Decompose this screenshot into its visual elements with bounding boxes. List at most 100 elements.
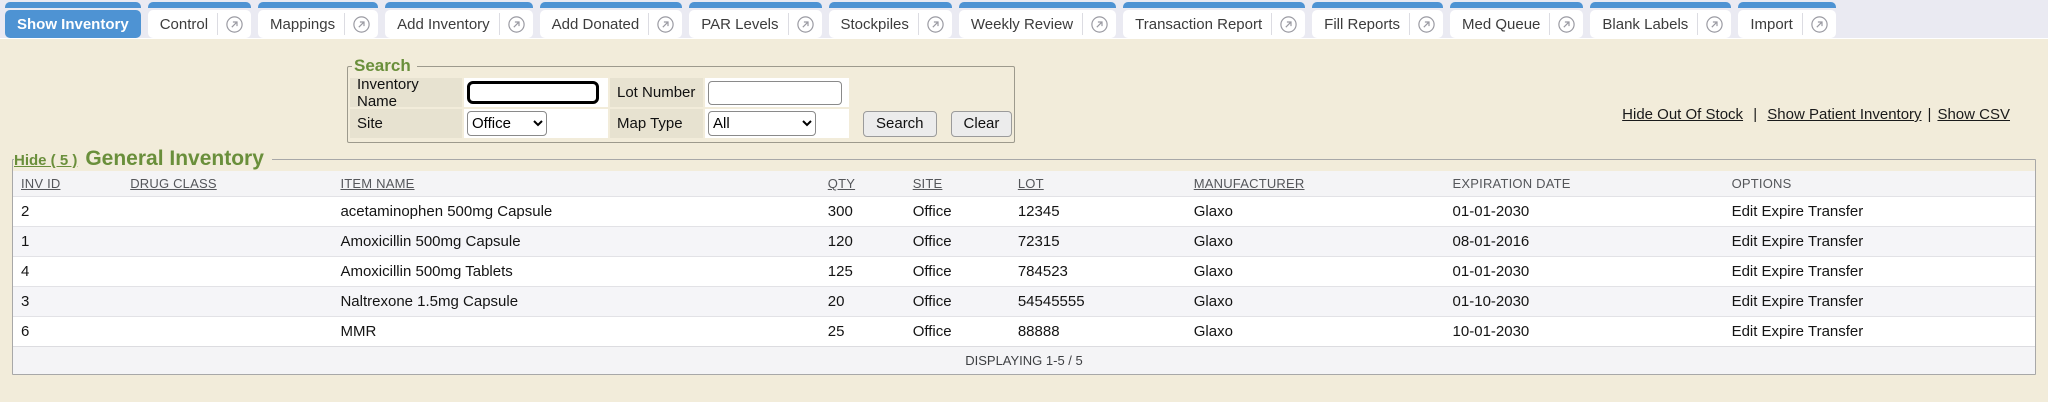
view-links: Hide Out Of Stock | Show Patient Invento… xyxy=(1622,106,2010,123)
tab-import[interactable]: Import xyxy=(1738,2,1836,38)
transfer-action[interactable]: Transfer xyxy=(1808,263,1863,280)
column-header-label-qty[interactable]: QTY xyxy=(828,176,855,191)
column-header-lot: LOT xyxy=(1010,171,1186,197)
cell-qty: 120 xyxy=(820,227,905,257)
cell-drug_class xyxy=(122,287,332,317)
clear-button[interactable]: Clear xyxy=(951,111,1013,137)
cell-lot: 54545555 xyxy=(1010,287,1186,317)
popout-arrow-icon[interactable] xyxy=(218,16,251,33)
lot-number-input[interactable] xyxy=(708,81,842,105)
table-footer-row: DISPLAYING 1-5 / 5 xyxy=(13,347,2035,375)
transfer-action[interactable]: Transfer xyxy=(1808,203,1863,220)
edit-action[interactable]: Edit xyxy=(1732,263,1758,280)
popout-arrow-icon[interactable] xyxy=(1083,16,1116,33)
lot-number-cell xyxy=(705,78,849,107)
cell-lot: 88888 xyxy=(1010,317,1186,347)
column-header-label-lot[interactable]: LOT xyxy=(1018,176,1044,191)
edit-action[interactable]: Edit xyxy=(1732,293,1758,310)
tab-par-levels[interactable]: PAR Levels xyxy=(689,2,821,38)
cell-manufacturer: Glaxo xyxy=(1186,227,1445,257)
expire-action[interactable]: Expire xyxy=(1761,263,1804,280)
cell-site: Office xyxy=(905,197,1010,227)
tab-top-cap xyxy=(385,2,533,8)
column-header-label-manufacturer[interactable]: MANUFACTURER xyxy=(1194,176,1305,191)
map-type-select[interactable]: All xyxy=(708,111,816,136)
column-header-item_name: ITEM NAME xyxy=(332,171,819,197)
cell-expiration_date: 01-01-2030 xyxy=(1445,197,1724,227)
edit-action[interactable]: Edit xyxy=(1732,203,1758,220)
cell-item_name: Amoxicillin 500mg Tablets xyxy=(332,257,819,287)
column-header-label-inv_id[interactable]: INV ID xyxy=(21,176,60,191)
column-header-label-drug_class[interactable]: DRUG CLASS xyxy=(130,176,217,191)
site-select[interactable]: Office xyxy=(467,111,547,136)
popout-arrow-icon[interactable] xyxy=(1698,16,1731,33)
inventory-name-cell xyxy=(464,78,608,107)
column-header-label-site[interactable]: SITE xyxy=(913,176,943,191)
tab-top-cap xyxy=(689,2,821,8)
general-inventory-legend: Hide ( 5 ) General Inventory xyxy=(14,147,272,171)
expire-action[interactable]: Expire xyxy=(1761,293,1804,310)
hide-out-of-stock-link[interactable]: Hide Out Of Stock xyxy=(1622,106,1743,123)
popout-arrow-icon[interactable] xyxy=(789,16,822,33)
popout-arrow-icon[interactable] xyxy=(919,16,952,33)
tab-show-inventory[interactable]: Show Inventory xyxy=(5,2,141,38)
transfer-action[interactable]: Transfer xyxy=(1808,293,1863,310)
popout-arrow-icon[interactable] xyxy=(1410,16,1443,33)
expire-action[interactable]: Expire xyxy=(1761,323,1804,340)
tab-weekly-review[interactable]: Weekly Review xyxy=(959,2,1116,38)
map-type-cell: All xyxy=(705,109,849,138)
hide-count-link[interactable]: Hide ( 5 ) xyxy=(14,152,77,169)
table-header-row: INV ID DRUG CLASS ITEM NAME QTY SITE LOT MANUF… xyxy=(13,171,2035,197)
transfer-action[interactable]: Transfer xyxy=(1808,323,1863,340)
cell-inv_id: 2 xyxy=(13,197,122,227)
tab-label: Transaction Report xyxy=(1135,16,1262,33)
popout-arrow-icon[interactable] xyxy=(1272,16,1305,33)
tab-label: Med Queue xyxy=(1462,16,1540,33)
popout-arrow-icon[interactable] xyxy=(345,16,378,33)
tab-add-inventory[interactable]: Add Inventory xyxy=(385,2,533,38)
tab-top-cap xyxy=(258,2,378,8)
popout-arrow-icon[interactable] xyxy=(649,16,682,33)
search-grid: Inventory Name Lot Number Site Office Ma… xyxy=(350,78,1012,138)
expire-action[interactable]: Expire xyxy=(1761,203,1804,220)
edit-action[interactable]: Edit xyxy=(1732,323,1758,340)
cell-expiration_date: 08-01-2016 xyxy=(1445,227,1724,257)
cell-options: EditExpireTransfer xyxy=(1724,257,2035,287)
cell-item_name: acetaminophen 500mg Capsule xyxy=(332,197,819,227)
edit-action[interactable]: Edit xyxy=(1732,233,1758,250)
map-type-label: Map Type xyxy=(610,109,703,138)
site-label: Site xyxy=(350,109,462,138)
show-csv-link[interactable]: Show CSV xyxy=(1937,106,2010,123)
popout-arrow-icon[interactable] xyxy=(1803,16,1836,33)
tab-top-cap xyxy=(959,2,1116,8)
popout-arrow-icon[interactable] xyxy=(1550,16,1583,33)
tab-transaction-report[interactable]: Transaction Report xyxy=(1123,2,1305,38)
column-header-inv_id: INV ID xyxy=(13,171,122,197)
tab-label: Show Inventory xyxy=(17,16,129,33)
tab-fill-reports[interactable]: Fill Reports xyxy=(1312,2,1443,38)
search-button[interactable]: Search xyxy=(863,111,937,137)
page: Show Inventory ControlMappingsAdd Invento… xyxy=(0,0,2048,402)
tab-mappings[interactable]: Mappings xyxy=(258,2,378,38)
cell-expiration_date: 10-01-2030 xyxy=(1445,317,1724,347)
show-patient-inventory-link[interactable]: Show Patient Inventory xyxy=(1767,106,1921,123)
inventory-name-input[interactable] xyxy=(467,81,599,104)
tab-control[interactable]: Control xyxy=(148,2,251,38)
inventory-row-4: 4Amoxicillin 500mg Tablets125Office78452… xyxy=(13,257,2035,287)
transfer-action[interactable]: Transfer xyxy=(1808,233,1863,250)
expire-action[interactable]: Expire xyxy=(1761,233,1804,250)
tab-top-cap xyxy=(540,2,683,8)
cell-manufacturer: Glaxo xyxy=(1186,287,1445,317)
tab-blank-labels[interactable]: Blank Labels xyxy=(1590,2,1731,38)
cell-lot: 72315 xyxy=(1010,227,1186,257)
tab-add-donated[interactable]: Add Donated xyxy=(540,2,683,38)
tab-med-queue[interactable]: Med Queue xyxy=(1450,2,1583,38)
cell-site: Office xyxy=(905,227,1010,257)
cell-qty: 20 xyxy=(820,287,905,317)
tab-stockpiles[interactable]: Stockpiles xyxy=(829,2,952,38)
popout-arrow-icon[interactable] xyxy=(500,16,533,33)
tab-label: PAR Levels xyxy=(701,16,778,33)
column-header-label-item_name[interactable]: ITEM NAME xyxy=(340,176,414,191)
tab-top-cap xyxy=(1312,2,1443,8)
cell-inv_id: 1 xyxy=(13,227,122,257)
